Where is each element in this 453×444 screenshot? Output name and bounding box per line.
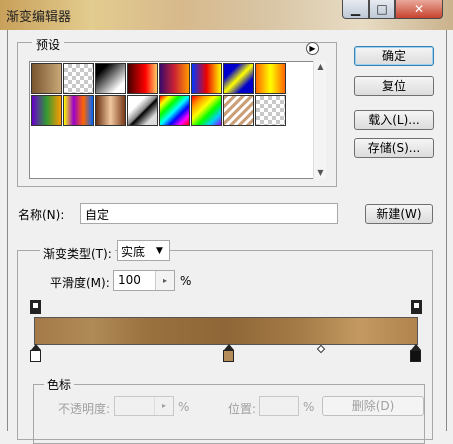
smoothness-flyout-icon[interactable]: ▸	[155, 271, 174, 290]
opacity-label: 不透明度:	[58, 402, 111, 416]
presets-scrollbar[interactable]: ▲ ▼	[313, 61, 326, 179]
close-icon[interactable]: ✕	[395, 0, 443, 19]
preset-swatch-yellow-violet-orange-blue[interactable]	[63, 95, 94, 126]
preset-swatch-transparent[interactable]	[255, 95, 286, 126]
preset-swatch-chrome[interactable]	[127, 95, 158, 126]
opacity-stop-left[interactable]	[30, 300, 41, 314]
delete-button[interactable]: 删除(D)	[322, 396, 424, 416]
presets-label: 预设	[32, 36, 65, 53]
preset-swatch-spectrum[interactable]	[159, 95, 190, 126]
gradient-preview-bar[interactable]	[34, 317, 418, 345]
reset-button[interactable]: 复位	[354, 76, 434, 96]
preset-swatch-black-white[interactable]	[95, 63, 126, 94]
smoothness-unit: %	[180, 274, 192, 288]
location-unit: %	[303, 400, 315, 414]
gradient-type-label: 渐变类型(T):	[40, 245, 115, 262]
location-input[interactable]	[259, 396, 299, 416]
preset-swatch-copper[interactable]	[95, 95, 126, 126]
preset-swatch-violet-green-orange[interactable]	[31, 95, 62, 126]
color-stop-right[interactable]	[410, 344, 421, 362]
opacity-unit: %	[178, 400, 190, 414]
preset-swatch-red[interactable]	[127, 63, 158, 94]
save-button[interactable]: 存储(S)...	[354, 138, 434, 158]
scroll-up-icon[interactable]: ▲	[314, 61, 327, 73]
preset-swatch-transparent-stripes[interactable]	[223, 95, 254, 126]
smoothness-label: 平滑度(M):	[50, 276, 110, 290]
new-button[interactable]: 新建(W)	[365, 204, 433, 224]
preset-swatch-violet-orange[interactable]	[159, 63, 190, 94]
stops-label: 色标	[44, 376, 75, 393]
opacity-flyout-icon[interactable]: ▸	[154, 397, 173, 415]
load-button[interactable]: 载入(L)...	[354, 110, 434, 130]
preset-swatch-blue-yellow-blue[interactable]	[223, 63, 254, 94]
preset-swatch-orange-yellow-orange[interactable]	[255, 63, 286, 94]
minimize-icon[interactable]: ▁	[342, 0, 369, 19]
name-label: 名称(N):	[18, 208, 65, 222]
window-title: 渐变编辑器	[6, 10, 72, 25]
location-label: 位置:	[228, 402, 257, 416]
color-stop-left[interactable]	[30, 344, 41, 362]
chevron-down-icon[interactable]: ▼	[156, 246, 163, 256]
ok-button[interactable]: 确定	[354, 46, 434, 66]
preset-swatch-foreground-to-transparent[interactable]	[63, 63, 94, 94]
maximize-icon[interactable]: □	[369, 0, 395, 19]
preset-swatch-transparent-rainbow[interactable]	[191, 95, 222, 126]
preset-swatch-blue-red-yellow[interactable]	[191, 63, 222, 94]
scroll-down-icon[interactable]: ▼	[314, 167, 327, 179]
color-stop-middle[interactable]	[223, 344, 234, 362]
preset-swatch-foreground-to-background[interactable]	[31, 63, 62, 94]
name-input[interactable]: 自定	[80, 203, 338, 224]
presets-menu-icon[interactable]: ▶	[306, 42, 319, 55]
presets-grid	[29, 61, 326, 179]
opacity-stop-right[interactable]	[411, 300, 422, 314]
